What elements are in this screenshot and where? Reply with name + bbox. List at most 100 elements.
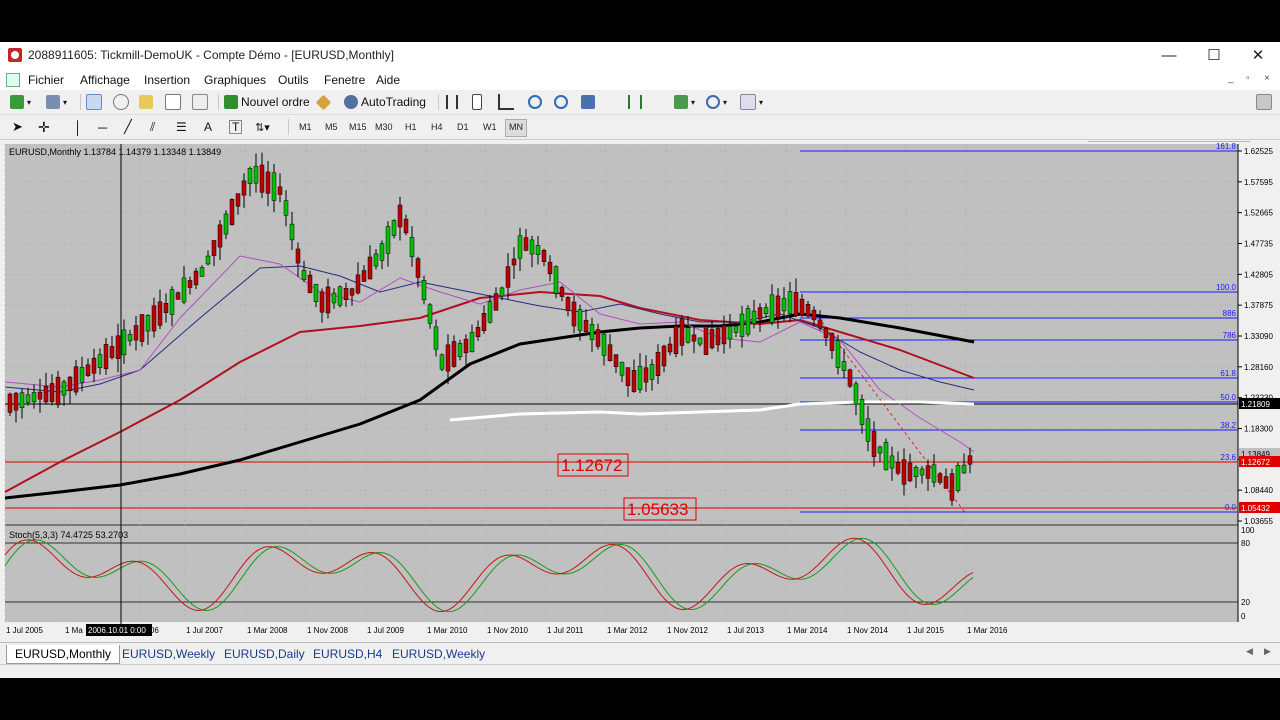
fibonacci-tool[interactable]: ☰ (176, 118, 187, 136)
autoscroll-button[interactable] (640, 93, 656, 111)
bear-candle (319, 291, 325, 313)
tab-eurusd-weekly[interactable]: EURUSD,Weekly (114, 645, 223, 663)
bull-candle (535, 245, 541, 255)
minimize-button[interactable]: — (1147, 44, 1191, 68)
tester-button[interactable] (192, 93, 208, 111)
timeframe-mn[interactable]: MN (505, 119, 527, 137)
bear-candle (643, 367, 649, 383)
metaeditor-button[interactable] (315, 93, 332, 111)
bear-candle (625, 367, 631, 386)
vertical-line-icon: │ (74, 119, 83, 135)
date-label: 1 Jul 2007 (186, 626, 223, 635)
bear-candle (541, 250, 547, 262)
bull-candle (97, 354, 103, 368)
zoom-in-button[interactable] (528, 93, 542, 111)
level-label-1: 1.12672 (557, 453, 629, 477)
bear-candle (757, 307, 763, 320)
text-label-icon: T (229, 120, 243, 134)
autotrading-icon (344, 95, 358, 109)
menu-insertion[interactable]: Insertion (144, 73, 190, 87)
text-label-tool[interactable]: T (229, 118, 243, 136)
timeframe-m5[interactable]: M5 (322, 119, 341, 135)
tab-eurusd-weekly-2[interactable]: EURUSD,Weekly (384, 645, 493, 663)
channel-tool[interactable]: ⫽ (150, 118, 155, 136)
tab-eurusd-monthly[interactable]: EURUSD,Monthly (6, 645, 121, 664)
bull-candle (19, 392, 25, 408)
new-chart-button[interactable]: ▾ (10, 93, 31, 111)
vertical-line-tool[interactable]: │ (74, 118, 82, 136)
tile-windows-button[interactable] (581, 93, 595, 111)
menu-fichier[interactable]: Fichier (28, 73, 64, 87)
tab-eurusd-h4[interactable]: EURUSD,H4 (305, 645, 390, 663)
timeframe-m15[interactable]: M15 (346, 119, 370, 135)
indicators-icon (674, 95, 688, 109)
bear-candle (355, 274, 361, 294)
bear-candle (505, 266, 511, 288)
menu-affichage[interactable]: Affichage (80, 73, 130, 87)
timeframe-m30[interactable]: M30 (372, 119, 396, 135)
cursor-tool[interactable]: ➤ (12, 118, 23, 136)
maximize-button[interactable]: ☐ (1192, 44, 1236, 68)
fib-level-label: 23.6 (1220, 453, 1236, 462)
bear-candle (703, 326, 709, 355)
timeframe-w1[interactable]: W1 (480, 119, 500, 135)
bull-candle (385, 226, 391, 254)
bear-candle (265, 171, 271, 194)
trendline-tool[interactable]: ╱ (124, 118, 132, 136)
price-chart[interactable]: 161.8100.088678661.850.038.223.60.0 1.62… (0, 142, 1280, 640)
bull-candle (883, 441, 889, 471)
time-axis: 1 Jul 20051 Ma20061 Jul 20071 Mar 20081 … (6, 626, 1008, 635)
text-tool[interactable]: A (204, 118, 212, 136)
timeframe-h4[interactable]: H4 (428, 119, 446, 135)
bear-candle (799, 298, 805, 316)
menu-aide[interactable]: Aide (376, 73, 400, 87)
market-watch-button[interactable] (86, 93, 102, 111)
mdi-restore-button[interactable]: ▫ (1246, 73, 1250, 84)
menu-graphiques[interactable]: Graphiques (204, 73, 266, 87)
tab-scroll-left-icon[interactable]: ◀ (1246, 646, 1253, 657)
close-button[interactable]: ✕ (1236, 44, 1280, 68)
bear-candle (571, 301, 577, 327)
terminal-button[interactable] (165, 93, 181, 111)
autotrading-button[interactable]: AutoTrading (344, 93, 426, 111)
bear-candle (559, 287, 565, 297)
zoom-out-button[interactable] (554, 93, 568, 111)
bull-candle (373, 253, 379, 267)
profiles-button[interactable]: ▾ (46, 93, 67, 111)
candlestick-button[interactable] (472, 93, 482, 111)
horizontal-line-tool[interactable]: ─ (98, 118, 107, 136)
timeframe-h1[interactable]: H1 (402, 119, 420, 135)
crosshair-tool[interactable]: ✛ (38, 118, 50, 136)
bear-candle (235, 193, 241, 207)
data-window-button[interactable] (113, 93, 129, 111)
mdi-close-button[interactable]: × (1264, 73, 1270, 84)
timeframe-d1[interactable]: D1 (454, 119, 472, 135)
bear-candle (817, 319, 823, 329)
mdi-minimize-button[interactable]: _ (1228, 73, 1234, 84)
bull-candle (247, 168, 253, 184)
templates-button[interactable]: ▾ (740, 93, 763, 111)
tab-eurusd-daily[interactable]: EURUSD,Daily (216, 645, 313, 663)
bull-candle (301, 270, 307, 280)
timeframe-m1[interactable]: M1 (296, 119, 315, 135)
indicators-button[interactable]: ▾ (674, 93, 695, 111)
bear-candle (511, 258, 517, 266)
star-icon (139, 95, 153, 109)
menu-fenetre[interactable]: Fenetre (324, 73, 365, 87)
date-label: 1 Nov 2008 (307, 626, 348, 635)
bar-chart-button[interactable] (446, 93, 458, 111)
chart-shift-button[interactable] (614, 93, 630, 111)
community-button[interactable] (1256, 93, 1272, 111)
arrows-tool[interactable]: ⇅▾ (255, 118, 270, 136)
menu-outils[interactable]: Outils (278, 73, 309, 87)
tab-scroll-right-icon[interactable]: ▶ (1264, 646, 1271, 657)
new-order-button[interactable]: Nouvel ordre (224, 93, 310, 111)
periods-button[interactable]: ▾ (706, 93, 727, 111)
bull-candle (433, 326, 439, 350)
bear-candle (349, 288, 355, 296)
text-icon: A (204, 120, 213, 134)
line-chart-button[interactable] (498, 93, 514, 111)
navigator-button[interactable] (139, 93, 153, 111)
bear-candle (709, 329, 715, 349)
chart-area[interactable]: 161.8 100.0 886 786 61.8 50.0 38.2 23.6 0.0 1.62… (0, 142, 1280, 640)
